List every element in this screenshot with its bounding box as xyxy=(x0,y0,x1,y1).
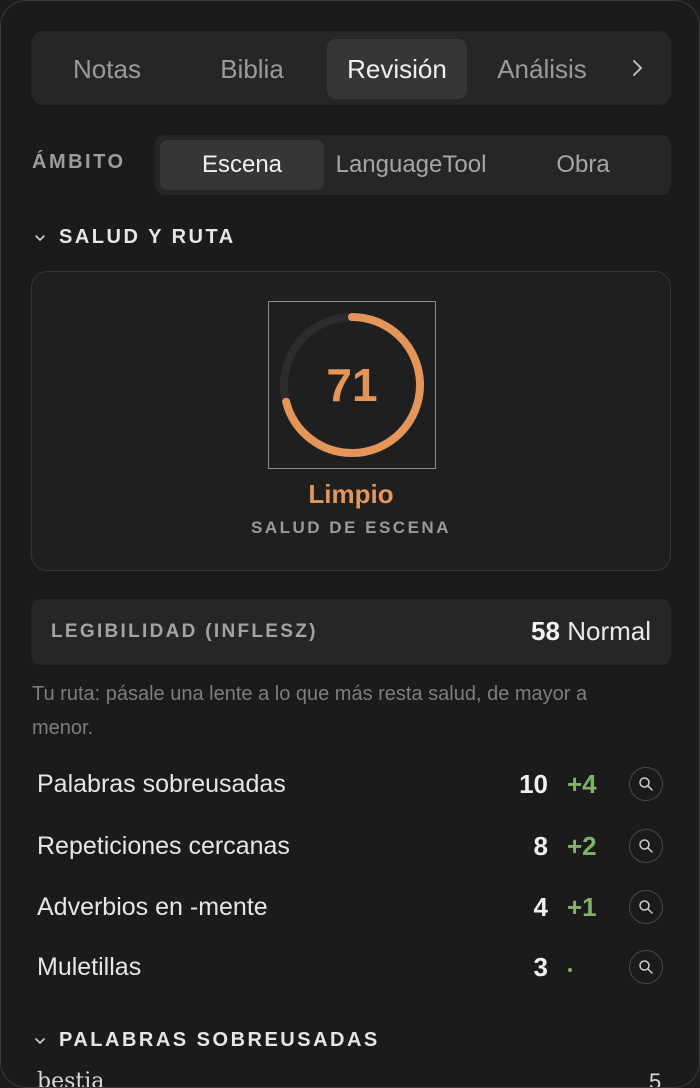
lens-button[interactable] xyxy=(629,767,663,801)
search-icon xyxy=(639,777,653,791)
overused-word-count: 5 xyxy=(649,1069,662,1088)
scope-label: ÁMBITO xyxy=(32,151,126,173)
issue-count: 10 xyxy=(519,769,548,799)
issue-count: 4 xyxy=(533,892,548,922)
issue-delta: +4 xyxy=(567,769,597,799)
scope-option-languagetool[interactable]: LanguageTool xyxy=(323,140,499,190)
health-card: 71 Limpio SALUD DE ESCENA xyxy=(31,271,671,571)
section-header-health[interactable]: SALUD Y RUTA xyxy=(31,226,331,256)
scope-option-obra[interactable]: Obra xyxy=(501,140,665,190)
issue-row: Repeticiones cercanas 8 +2 xyxy=(37,828,667,868)
readability-label: LEGIBILIDAD (INFLESZ) xyxy=(51,621,318,642)
readability-value: 58 Normal xyxy=(531,616,651,647)
search-icon xyxy=(639,839,653,853)
issue-row: Palabras sobreusadas 10 +4 xyxy=(37,766,667,806)
readability-level: Normal xyxy=(567,616,651,646)
lens-button[interactable] xyxy=(629,890,663,924)
issue-label: Repeticiones cercanas xyxy=(37,832,290,860)
overused-word: bestia xyxy=(37,1069,105,1088)
health-caption: SALUD DE ESCENA xyxy=(251,518,451,537)
top-tab-bar: Notas Biblia Revisión Análisis xyxy=(31,31,671,105)
chevron-down-icon xyxy=(35,235,45,241)
scope-selector: Escena LanguageTool Obra xyxy=(155,135,671,195)
health-score: 71 xyxy=(326,359,378,411)
section-header-overused[interactable]: PALABRAS SOBREUSADAS xyxy=(31,1029,431,1059)
issue-row: Adverbios en -mente 4 +1 xyxy=(37,889,667,929)
issue-count: 3 xyxy=(533,952,548,982)
review-panel: Notas Biblia Revisión Análisis ÁMBITO Es… xyxy=(0,0,700,1088)
lens-button[interactable] xyxy=(629,829,663,863)
tab-biblia[interactable]: Biblia xyxy=(180,39,324,99)
scope-option-escena[interactable]: Escena xyxy=(160,140,324,190)
readability-score: 58 xyxy=(531,616,560,646)
tab-analisis[interactable]: Análisis xyxy=(471,39,613,99)
issue-row: Muletillas 3 xyxy=(37,949,667,989)
issue-delta: +1 xyxy=(567,892,597,922)
tab-revision[interactable]: Revisión xyxy=(327,39,467,99)
search-icon xyxy=(639,900,653,914)
route-description: Tu ruta: pásale una lente a lo que más r… xyxy=(32,683,588,739)
no-change-dot xyxy=(568,968,572,972)
issue-count: 8 xyxy=(533,831,548,861)
issue-delta: +2 xyxy=(567,831,597,861)
tab-notas[interactable]: Notas xyxy=(35,39,179,99)
health-status: Limpio xyxy=(308,479,394,509)
issue-label: Adverbios en -mente xyxy=(37,893,268,921)
search-icon xyxy=(639,960,653,974)
issue-label: Muletillas xyxy=(37,953,142,981)
chevron-right-icon[interactable] xyxy=(627,55,649,81)
section-title: PALABRAS SOBREUSADAS xyxy=(59,1029,380,1051)
lens-button[interactable] xyxy=(629,950,663,984)
issue-label: Palabras sobreusadas xyxy=(37,770,286,798)
chevron-down-icon xyxy=(35,1038,45,1044)
health-gauge: 71 xyxy=(268,301,436,469)
readability-bar: LEGIBILIDAD (INFLESZ) 58 Normal xyxy=(31,599,671,665)
section-title: SALUD Y RUTA xyxy=(59,226,236,248)
